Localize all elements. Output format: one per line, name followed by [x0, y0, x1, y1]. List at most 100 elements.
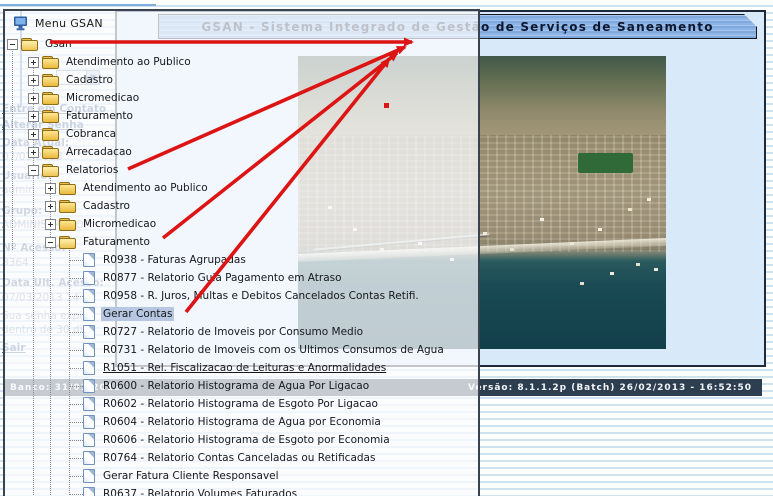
- report-icon: [83, 487, 95, 496]
- report-icon: [83, 325, 95, 339]
- computer-icon: [13, 16, 29, 31]
- report-item-r0637[interactable]: R0637 - Relatorio Volumes Faturados: [5, 485, 478, 496]
- tree-node-label[interactable]: Arrecadacao: [64, 145, 134, 159]
- expander-minus-icon[interactable]: [7, 39, 18, 50]
- folder-icon: [42, 128, 59, 141]
- tree-node-micromedicao[interactable]: Micromedicao: [5, 89, 478, 107]
- folder-icon: [42, 110, 59, 123]
- tree-node-faturamento[interactable]: Faturamento: [5, 107, 478, 125]
- tree-node-relatorios-cadastro[interactable]: Cadastro: [5, 197, 478, 215]
- folder-icon: [59, 182, 76, 195]
- tree-node-relatorios[interactable]: Relatorios: [5, 161, 478, 179]
- tree-node-relatorios-micromedicao[interactable]: Micromedicao: [5, 215, 478, 233]
- report-item-r0764[interactable]: R0764 - Relatorio Contas Canceladas ou R…: [5, 449, 478, 467]
- expander-minus-icon[interactable]: [28, 165, 39, 176]
- report-item-r0602[interactable]: R0602 - Relatorio Histograma de Esgoto P…: [5, 395, 478, 413]
- tree-connector: [69, 296, 83, 297]
- tree-node-cobranca[interactable]: Cobranca: [5, 125, 478, 143]
- report-label[interactable]: R0731 - Relatorio de Imoveis com os Ulti…: [101, 343, 446, 357]
- tree-connector: [69, 476, 83, 477]
- report-item-r0877[interactable]: R0877 - Relatorio Guia Pagamento em Atra…: [5, 269, 478, 287]
- tree-node-label[interactable]: Cadastro: [81, 199, 132, 213]
- folder-open-icon: [42, 164, 59, 177]
- tree-node-label[interactable]: Faturamento: [81, 235, 152, 249]
- tree-node-label[interactable]: Faturamento: [64, 109, 135, 123]
- report-icon: [83, 307, 95, 321]
- report-icon: [83, 415, 95, 429]
- tree-connector: [69, 368, 83, 369]
- menu-gsan-panel: Menu GSAN Gsan Atendimento ao Publico Ca…: [3, 9, 480, 496]
- page-top-edge: [0, 4, 156, 6]
- tree-node-gsan[interactable]: Gsan: [5, 35, 478, 53]
- report-item-r0606[interactable]: R0606 - Relatorio Histograma de Esgoto p…: [5, 431, 478, 449]
- tree-node-label[interactable]: Atendimento ao Publico: [64, 55, 193, 69]
- expander-plus-icon[interactable]: [45, 201, 56, 212]
- folder-open-icon: [21, 38, 38, 51]
- tree-node-relatorios-faturamento[interactable]: Faturamento: [5, 233, 478, 251]
- report-label[interactable]: R0727 - Relatorio de Imoveis por Consumo…: [101, 325, 365, 339]
- expander-plus-icon[interactable]: [28, 75, 39, 86]
- report-item-gerar-contas[interactable]: Gerar Contas: [5, 305, 478, 323]
- tree-connector: [69, 422, 83, 423]
- tree-node-label[interactable]: Gsan: [43, 37, 74, 51]
- expander-plus-icon[interactable]: [45, 183, 56, 194]
- tree-connector: [69, 314, 83, 315]
- tree-node-label[interactable]: Cobranca: [64, 127, 118, 141]
- report-icon: [83, 379, 95, 393]
- report-label[interactable]: R0958 - R. Juros, Multas e Debitos Cance…: [101, 289, 421, 303]
- report-icon: [83, 469, 95, 483]
- report-item-r0938[interactable]: R0938 - Faturas Agrupadas: [5, 251, 478, 269]
- folder-icon: [42, 74, 59, 87]
- tree-connector: [69, 386, 83, 387]
- report-item-r0727[interactable]: R0727 - Relatorio de Imoveis por Consumo…: [5, 323, 478, 341]
- expander-plus-icon[interactable]: [28, 147, 39, 158]
- report-icon: [83, 361, 95, 375]
- report-label[interactable]: R0600 - Relatorio Histograma de Agua Por…: [101, 379, 371, 393]
- report-label[interactable]: Gerar Fatura Cliente Responsavel: [101, 469, 281, 483]
- tree-node-label[interactable]: Micromedicao: [81, 217, 158, 231]
- expander-plus-icon[interactable]: [28, 93, 39, 104]
- report-icon: [83, 397, 95, 411]
- tree-node-arrecadacao[interactable]: Arrecadacao: [5, 143, 478, 161]
- report-icon: [83, 433, 95, 447]
- folder-icon: [59, 200, 76, 213]
- report-label[interactable]: R0604 - Relatorio Histograma de Agua por…: [101, 415, 383, 429]
- report-item-r0600[interactable]: R0600 - Relatorio Histograma de Agua Por…: [5, 377, 478, 395]
- report-label[interactable]: R0877 - Relatorio Guia Pagamento em Atra…: [101, 271, 344, 285]
- tree-connector: [69, 332, 83, 333]
- expander-minus-icon[interactable]: [45, 237, 56, 248]
- report-label-selected[interactable]: Gerar Contas: [101, 307, 174, 321]
- report-icon: [83, 343, 95, 357]
- report-item-gerar-fatura[interactable]: Gerar Fatura Cliente Responsavel: [5, 467, 478, 485]
- gsan-screen: GSAN - Sistema Integrado de Gestão de Se…: [0, 0, 773, 496]
- tree-node-cadastro[interactable]: Cadastro: [5, 71, 478, 89]
- tree-node-atendimento[interactable]: Atendimento ao Publico: [5, 53, 478, 71]
- folder-open-icon: [59, 236, 76, 249]
- folder-icon: [59, 218, 76, 231]
- expander-plus-icon[interactable]: [28, 129, 39, 140]
- report-item-r1051[interactable]: R1051 - Rel. Fiscalizacao de Leituras e …: [5, 359, 478, 377]
- report-label[interactable]: R0764 - Relatorio Contas Canceladas ou R…: [101, 451, 377, 465]
- tree-node-label[interactable]: Micromedicao: [64, 91, 141, 105]
- tree-connector: [69, 350, 83, 351]
- report-item-r0604[interactable]: R0604 - Relatorio Histograma de Agua por…: [5, 413, 478, 431]
- tree-node-relatorios-atendimento[interactable]: Atendimento ao Publico: [5, 179, 478, 197]
- report-label[interactable]: R0938 - Faturas Agrupadas: [101, 253, 248, 267]
- report-item-r0731[interactable]: R0731 - Relatorio de Imoveis com os Ulti…: [5, 341, 478, 359]
- report-label[interactable]: R0637 - Relatorio Volumes Faturados: [101, 487, 299, 496]
- report-icon: [83, 289, 95, 303]
- expander-plus-icon[interactable]: [28, 57, 39, 68]
- folder-icon: [42, 146, 59, 159]
- report-icon: [83, 253, 95, 267]
- tree-node-label[interactable]: Relatorios: [64, 163, 120, 177]
- tree-connector: [69, 494, 83, 495]
- report-label[interactable]: R0606 - Relatorio Histograma de Esgoto p…: [101, 433, 392, 447]
- menu-title: Menu GSAN: [35, 17, 103, 30]
- report-label[interactable]: R0602 - Relatorio Histograma de Esgoto P…: [101, 397, 380, 411]
- expander-plus-icon[interactable]: [45, 219, 56, 230]
- expander-plus-icon[interactable]: [28, 111, 39, 122]
- report-item-r0958[interactable]: R0958 - R. Juros, Multas e Debitos Cance…: [5, 287, 478, 305]
- tree-node-label[interactable]: Atendimento ao Publico: [81, 181, 210, 195]
- tree-node-label[interactable]: Cadastro: [64, 73, 115, 87]
- report-label[interactable]: R1051 - Rel. Fiscalizacao de Leituras e …: [101, 361, 388, 375]
